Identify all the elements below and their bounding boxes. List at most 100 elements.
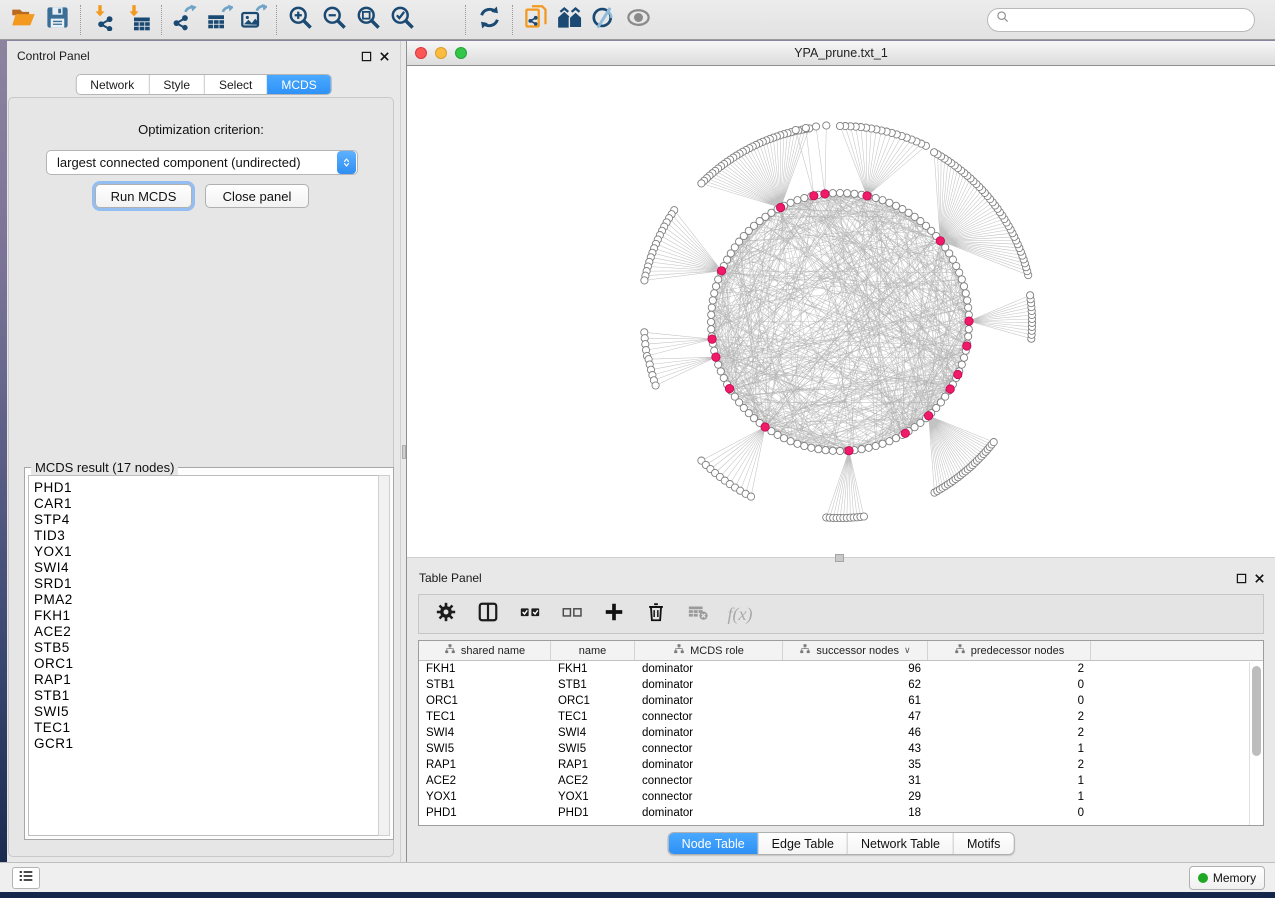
show-graphics-details-button[interactable] [621,3,655,37]
column-header-name[interactable]: name [551,641,635,660]
settings-gear-button[interactable] [431,599,461,629]
export-network-button[interactable] [168,3,202,37]
tab-mcds[interactable]: MCDS [266,75,330,94]
select-all-rows-button[interactable] [515,599,545,629]
table-cell: 18 [783,805,928,821]
table-row[interactable]: RAP1RAP1dominator352 [419,757,1263,773]
mcds-list-scrollbar[interactable] [378,475,390,836]
search-box[interactable] [987,8,1255,32]
export-table-icon [206,4,233,36]
network-window-title: YPA_prune.txt_1 [407,46,1275,60]
column-header-predecessor-nodes[interactable]: predecessor nodes [928,641,1091,660]
table-cell: 96 [783,661,928,677]
divider-grip[interactable] [835,554,844,562]
close-panel-icon[interactable] [379,49,390,67]
import-network-button[interactable] [87,3,121,37]
mcds-result-item[interactable]: YOX1 [34,544,379,560]
open-file-button[interactable] [6,3,40,37]
hide-visual-mapping-icon [591,4,618,36]
mcds-result-item[interactable]: STB5 [34,640,379,656]
mcds-result-item[interactable]: SWI5 [34,704,379,720]
export-image-button[interactable] [236,3,270,37]
tab-network-table[interactable]: Network Table [847,833,953,854]
column-header-shared-name[interactable]: shared name [419,641,551,660]
mcds-result-item[interactable]: SWI4 [34,560,379,576]
criterion-dropdown[interactable]: largest connected component (undirected) [46,150,358,175]
toggle-column-view-button[interactable] [473,599,503,629]
zoom-fit-button[interactable] [351,3,385,37]
table-row[interactable]: FKH1FKH1dominator962 [419,661,1263,677]
mcds-result-item[interactable]: RAP1 [34,672,379,688]
mcds-result-item[interactable]: TEC1 [34,720,379,736]
table-cell: 62 [783,677,928,693]
zoom-selected-button[interactable] [385,3,419,37]
task-history-button[interactable] [12,867,40,889]
zoom-out-button[interactable] [317,3,351,37]
run-mcds-button[interactable]: Run MCDS [95,184,192,208]
column-header-successor-nodes[interactable]: successor nodes∨ [783,641,928,660]
scrollbar-thumb[interactable] [1252,666,1261,756]
table-cell: dominator [635,725,783,741]
table-row[interactable]: TEC1TEC1connector472 [419,709,1263,725]
mcds-result-item[interactable]: FKH1 [34,608,379,624]
search-input[interactable] [1011,10,1254,30]
table-row[interactable]: ACE2ACE2connector311 [419,773,1263,789]
mcds-result-item[interactable]: SRD1 [34,576,379,592]
table-row[interactable]: STB1STB1dominator620 [419,677,1263,693]
memory-button[interactable]: Memory [1189,866,1265,890]
mcds-result-item[interactable]: ORC1 [34,656,379,672]
save-session-button[interactable] [40,3,74,37]
divider-grip[interactable] [402,445,406,459]
optimization-criterion-label: Optimization criterion: [9,122,393,137]
mcds-result-item[interactable]: TID3 [34,528,379,544]
table-cell: connector [635,709,783,725]
close-panel-icon[interactable] [1254,571,1265,589]
table-row[interactable]: YOX1YOX1connector291 [419,789,1263,805]
tab-edge-table[interactable]: Edge Table [758,833,847,854]
table-cell: 1 [928,773,1091,789]
networks-overview-button[interactable] [553,3,587,37]
chevron-updown-icon [337,151,356,174]
criterion-value: largest connected component (undirected) [47,155,337,170]
float-panel-icon[interactable] [1236,571,1247,589]
mcds-result-item[interactable]: STB1 [34,688,379,704]
status-bar: Memory [0,862,1275,892]
network-window-titlebar[interactable]: YPA_prune.txt_1 [407,41,1275,66]
node-table[interactable]: shared namenameMCDS rolesuccessor nodes∨… [418,640,1264,826]
table-row[interactable]: SWI4SWI4dominator462 [419,725,1263,741]
vertical-split-divider[interactable] [400,41,407,862]
table-row[interactable]: PHD1PHD1dominator180 [419,805,1263,821]
table-row[interactable]: ORC1ORC1dominator610 [419,693,1263,709]
mcds-result-item[interactable]: CAR1 [34,496,379,512]
tab-node-table[interactable]: Node Table [669,833,758,854]
table-cell: FKH1 [419,661,551,677]
column-header-MCDS-role[interactable]: MCDS role [635,641,783,660]
mcds-result-item[interactable]: PMA2 [34,592,379,608]
import-table-button[interactable] [121,3,155,37]
tab-network[interactable]: Network [76,75,148,94]
table-cell: 46 [783,725,928,741]
table-row[interactable]: SWI5SWI5connector431 [419,741,1263,757]
mcds-result-item[interactable]: ACE2 [34,624,379,640]
hide-visual-mapping-button[interactable] [587,3,621,37]
export-table-button[interactable] [202,3,236,37]
float-panel-icon[interactable] [361,49,372,67]
deselect-all-rows-button[interactable] [557,599,587,629]
table-cell: RAP1 [551,757,635,773]
mcds-result-item[interactable]: STP4 [34,512,379,528]
mcds-result-item[interactable]: PHD1 [34,480,379,496]
tab-style[interactable]: Style [148,75,204,94]
mcds-result-list[interactable]: PHD1CAR1STP4TID3YOX1SWI4SRD1PMA2FKH1ACE2… [28,475,380,836]
table-scrollbar[interactable] [1249,662,1262,825]
export-network-web-button[interactable] [519,3,553,37]
mcds-result-item[interactable]: GCR1 [34,736,379,752]
tab-select[interactable]: Select [204,75,266,94]
tab-motifs[interactable]: Motifs [953,833,1013,854]
zoom-in-button[interactable] [283,3,317,37]
add-column-button[interactable] [599,599,629,629]
network-view-canvas[interactable] [407,66,1275,557]
apply-layout-button[interactable] [472,3,506,37]
delete-column-button[interactable] [641,599,671,629]
close-panel-button[interactable]: Close panel [205,184,309,208]
table-cell: 0 [928,805,1091,821]
